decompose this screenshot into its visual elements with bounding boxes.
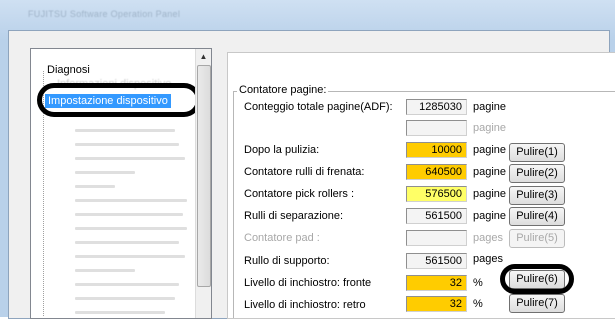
- clear-button-1[interactable]: Pulire(1): [509, 143, 565, 162]
- clear-button-7[interactable]: Pulire(7): [509, 294, 565, 313]
- blank-counter-value: [406, 120, 467, 136]
- pick-roller-value: 576500: [406, 186, 467, 202]
- pick-roller-unit: pagine: [473, 188, 507, 200]
- after-cleaning-value: 10000: [406, 142, 467, 158]
- total-pages-unit: pagine: [473, 101, 507, 113]
- ink-back-label: Livello di inchiostro: retro: [244, 299, 366, 311]
- blurred-tree-item[interactable]: [75, 129, 175, 132]
- callout-highlight-ring: [37, 83, 201, 117]
- pick-roller-label: Contatore pick rollers :: [244, 188, 355, 200]
- tree-item-diagnosi[interactable]: Diagnosi: [41, 64, 90, 76]
- blurred-tree-item[interactable]: [75, 269, 135, 272]
- ink-back-value: 32: [406, 296, 467, 312]
- blurred-tree-item[interactable]: [75, 311, 165, 314]
- blurred-tree-item[interactable]: [75, 283, 179, 286]
- scrollbar-thumb[interactable]: [197, 65, 211, 287]
- after-cleaning-unit: pagine: [473, 144, 507, 156]
- blurred-tree-item[interactable]: [75, 143, 179, 146]
- ink-front-unit: %: [473, 277, 483, 289]
- blurred-tree-item[interactable]: [75, 185, 115, 188]
- settings-tree[interactable]: Diagnosi Informazioni dispositivo Impost…: [30, 48, 212, 319]
- ink-front-value: 32: [406, 275, 467, 291]
- total-pages-value: 1285030: [406, 99, 467, 115]
- brake-roller-unit: pagine: [473, 166, 507, 178]
- blurred-tree-item[interactable]: [75, 255, 185, 258]
- blurred-tree-item[interactable]: [75, 157, 185, 160]
- total-pages-label: Conteggio totale pagine(ADF):: [244, 101, 393, 113]
- clear-button-4[interactable]: Pulire(4): [509, 207, 565, 226]
- support-roller-value: 561500: [406, 253, 467, 269]
- title-bar: FUJITSU Software Operation Panel: [0, 0, 615, 30]
- blurred-tree-item[interactable]: [75, 199, 187, 202]
- scroll-up-arrow-icon[interactable]: ▲: [196, 49, 211, 64]
- separation-roller-unit: pagine: [473, 210, 507, 222]
- support-roller-label: Rullo di supporto:: [244, 255, 330, 267]
- blank-counter-unit: pagine: [473, 122, 507, 134]
- pad-counter-label: Contatore pad :: [244, 232, 320, 244]
- pad-counter-value: [406, 230, 467, 246]
- blurred-tree-item[interactable]: [75, 297, 175, 300]
- clear-button-2[interactable]: Pulire(2): [509, 164, 565, 183]
- pad-counter-unit: pages: [473, 232, 503, 244]
- ink-back-unit: %: [473, 298, 483, 310]
- brake-roller-label: Contatore rulli di frenata:: [244, 166, 365, 178]
- clear-button-5[interactable]: Pulire(5): [509, 229, 565, 248]
- after-cleaning-label: Dopo la pulizia:: [244, 144, 320, 156]
- blurred-tree-item[interactable]: [75, 213, 183, 216]
- tree-scrollbar[interactable]: ▲: [195, 49, 211, 318]
- separation-roller-label: Rulli di separazione:: [244, 210, 344, 222]
- ink-front-label: Livello di inchiostro: fronte: [244, 277, 372, 289]
- clear-button-3[interactable]: Pulire(3): [509, 186, 565, 205]
- window-title: FUJITSU Software Operation Panel: [28, 9, 181, 19]
- brake-roller-value: 640500: [406, 164, 467, 180]
- blurred-tree-item[interactable]: [75, 241, 179, 244]
- page-counter-group-title: Contatore pagine:: [237, 84, 329, 96]
- separation-roller-value: 561500: [406, 208, 467, 224]
- blurred-tree-item[interactable]: [75, 171, 135, 174]
- tree-item-label: Diagnosi: [47, 64, 90, 76]
- support-roller-unit: pages: [473, 253, 503, 265]
- callout-highlight-ring-button: [500, 264, 574, 294]
- blurred-tree-item[interactable]: [75, 227, 187, 230]
